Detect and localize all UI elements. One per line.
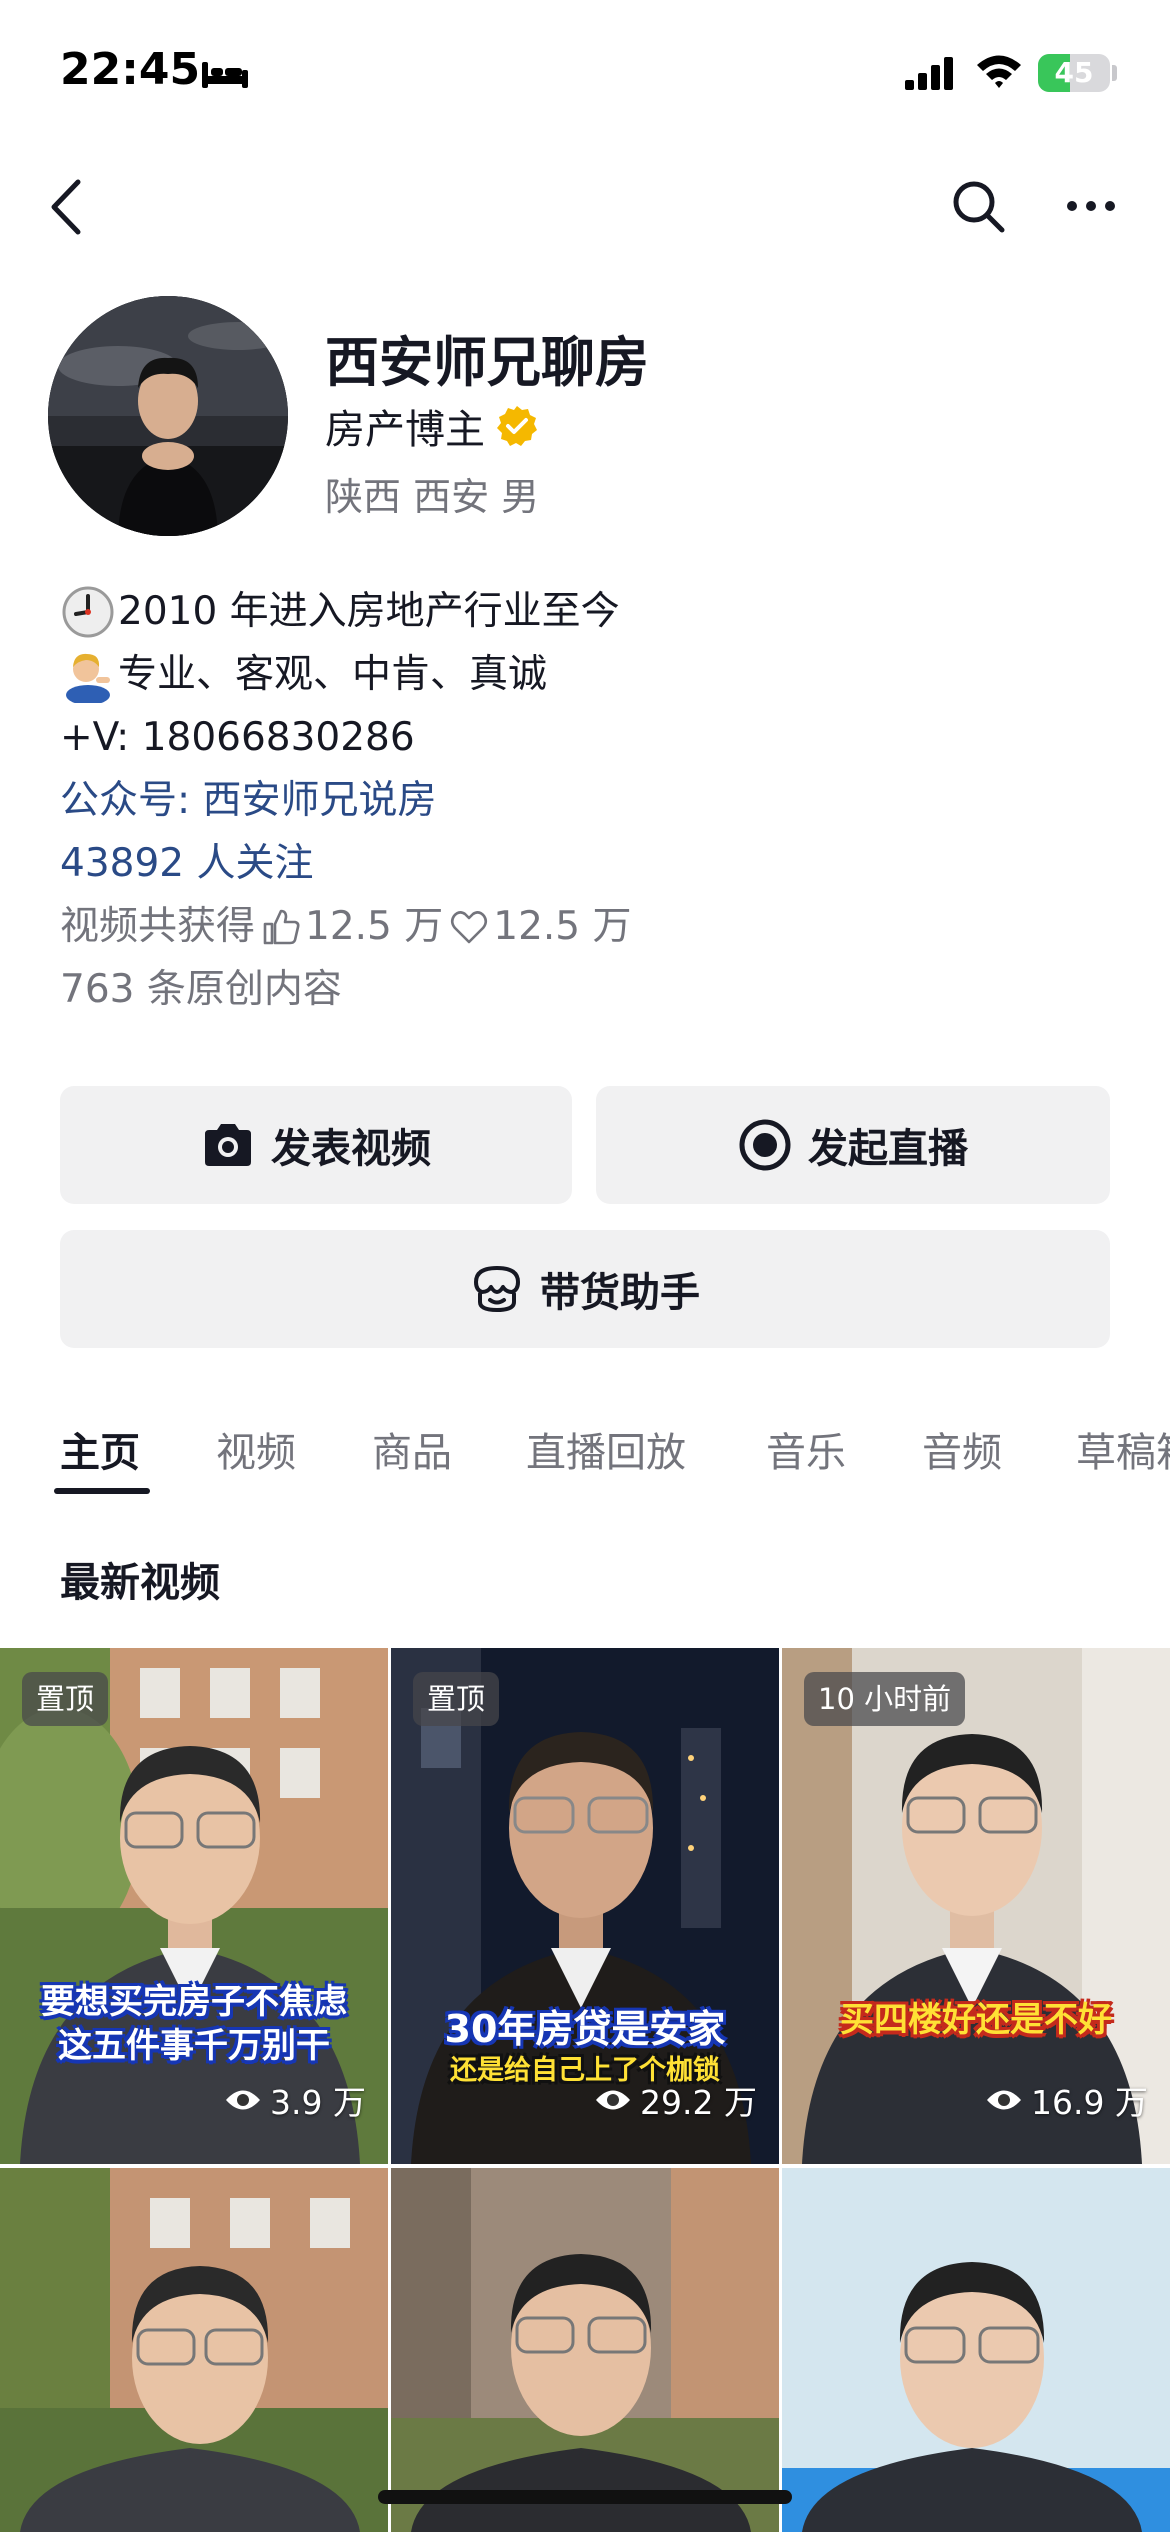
search-icon[interactable] <box>950 178 1006 234</box>
tab-home[interactable]: 主页 <box>60 1420 140 1478</box>
bio-line2: 专业、客观、中肯、真诚 <box>118 652 548 697</box>
view-count-text: 16.9 万 <box>1031 2083 1148 2122</box>
battery-nub <box>1112 65 1117 81</box>
video-thumbnail <box>391 2168 779 2532</box>
view-count-text: 29.2 万 <box>640 2083 757 2122</box>
video-caption-line2: 这五件事千万别干 <box>58 2026 330 2066</box>
video-stats: 视频共获得 12.5 万 12.5 万 <box>60 895 1120 958</box>
bio-line1: 2010 年进入房地产行业至今 <box>118 589 620 634</box>
live-record-icon <box>739 1119 791 1171</box>
status-bar: 22:45 45 <box>0 0 1170 150</box>
tab-music[interactable]: 音乐 <box>766 1420 846 1478</box>
more-icon[interactable] <box>1066 196 1116 216</box>
profile-location: 陕西 西安 男 <box>325 475 540 519</box>
shop-assistant-icon <box>474 1266 520 1313</box>
start-live-label: 发起直播 <box>808 1126 968 1172</box>
tab-videos[interactable]: 视频 <box>216 1420 296 1478</box>
eye-icon <box>226 2090 261 2110</box>
tab-live-replays[interactable]: 直播回放 <box>526 1420 686 1478</box>
view-count: 16.9 万 <box>985 2078 1148 2122</box>
video-card[interactable] <box>0 2168 388 2532</box>
role-label: 房产博主 <box>325 407 485 453</box>
likes-count: 12.5 万 <box>305 904 444 949</box>
profile-role: 房产博主 <box>325 400 539 453</box>
video-card[interactable]: 10 小时前 买四楼好还是不好 16.9 万 <box>782 1648 1170 2164</box>
favorites-count: 12.5 万 <box>493 904 632 949</box>
video-thumbnail <box>0 2168 388 2532</box>
view-count-text: 3.9 万 <box>270 2083 366 2122</box>
active-tab-indicator <box>54 1488 150 1494</box>
avatar[interactable] <box>48 296 288 536</box>
camera-icon <box>205 1124 251 1166</box>
avatar-photo <box>48 296 288 536</box>
office-worker-emoji-icon <box>66 653 110 703</box>
publish-video-button[interactable]: 发表视频 <box>60 1086 572 1204</box>
bio-line-values: 专业、客观、中肯、真诚 <box>60 643 1120 706</box>
eye-icon <box>987 2090 1022 2110</box>
sales-assistant-label: 带货助手 <box>540 1270 700 1316</box>
pinned-badge: 置顶 <box>22 1672 109 1726</box>
video-card[interactable]: 置顶 要想买完房子不焦虑 这五件事千万别干 3.9 万 <box>0 1648 388 2164</box>
verified-badge-icon <box>497 406 537 446</box>
video-thumbnail <box>782 2168 1170 2532</box>
follower-count[interactable]: 43892 人关注 <box>60 832 1120 895</box>
video-grid: 置顶 要想买完房子不焦虑 这五件事千万别干 3.9 万 置顶 30年房贷是安家 … <box>0 1648 1170 2532</box>
start-live-button[interactable]: 发起直播 <box>596 1086 1110 1204</box>
sleep-focus-icon <box>202 62 248 88</box>
tab-drafts[interactable]: 草稿箱 <box>1076 1420 1170 1478</box>
battery-percent: 45 <box>1054 56 1094 89</box>
clock-emoji-icon <box>62 586 114 637</box>
bio-line-contact: +V: 18066830286 <box>60 715 415 760</box>
section-title: 最新视频 <box>60 1560 220 1606</box>
video-card[interactable]: 置顶 30年房贷是安家 还是给自己上了个枷锁 29.2 万 <box>391 1648 779 2164</box>
heart-icon <box>451 910 488 943</box>
video-caption-line1: 买四楼好还是不好 <box>840 2000 1112 2040</box>
time-badge: 10 小时前 <box>804 1672 966 1726</box>
video-caption-line1: 要想买完房子不焦虑 <box>41 1982 347 2022</box>
profile-tabs: 主页 视频 商品 直播回放 音乐 音频 草稿箱 <box>0 1400 1170 1500</box>
stats-prefix: 视频共获得 <box>60 904 256 949</box>
thumbs-up-icon <box>263 909 300 944</box>
battery-indicator: 45 <box>1038 54 1110 92</box>
publish-video-label: 发表视频 <box>271 1126 431 1172</box>
profile-name: 西安师兄聊房 <box>325 331 649 394</box>
tab-products[interactable]: 商品 <box>372 1420 452 1478</box>
view-count: 3.9 万 <box>224 2078 366 2122</box>
view-count: 29.2 万 <box>594 2078 757 2122</box>
video-caption-line1: 30年房贷是安家 <box>444 2007 726 2051</box>
pinned-badge: 置顶 <box>413 1672 500 1726</box>
video-card[interactable] <box>782 2168 1170 2532</box>
bio-line-official-account[interactable]: 公众号: 西安师兄说房 <box>60 769 1120 832</box>
home-indicator[interactable] <box>378 2490 792 2504</box>
back-icon[interactable] <box>44 176 88 238</box>
video-card[interactable] <box>391 2168 779 2532</box>
profile-bio: 2010 年进入房地产行业至今 专业、客观、中肯、真诚 +V: 18066830… <box>60 580 1120 1021</box>
status-time: 22:45 <box>60 44 201 95</box>
original-content-count: 763 条原创内容 <box>60 967 342 1012</box>
cellular-signal-icon <box>905 57 953 90</box>
sales-assistant-button[interactable]: 带货助手 <box>60 1230 1110 1348</box>
wifi-icon <box>977 55 1021 88</box>
eye-icon <box>596 2090 631 2110</box>
bio-line-career: 2010 年进入房地产行业至今 <box>60 580 1120 643</box>
tab-audio[interactable]: 音频 <box>922 1420 1002 1478</box>
